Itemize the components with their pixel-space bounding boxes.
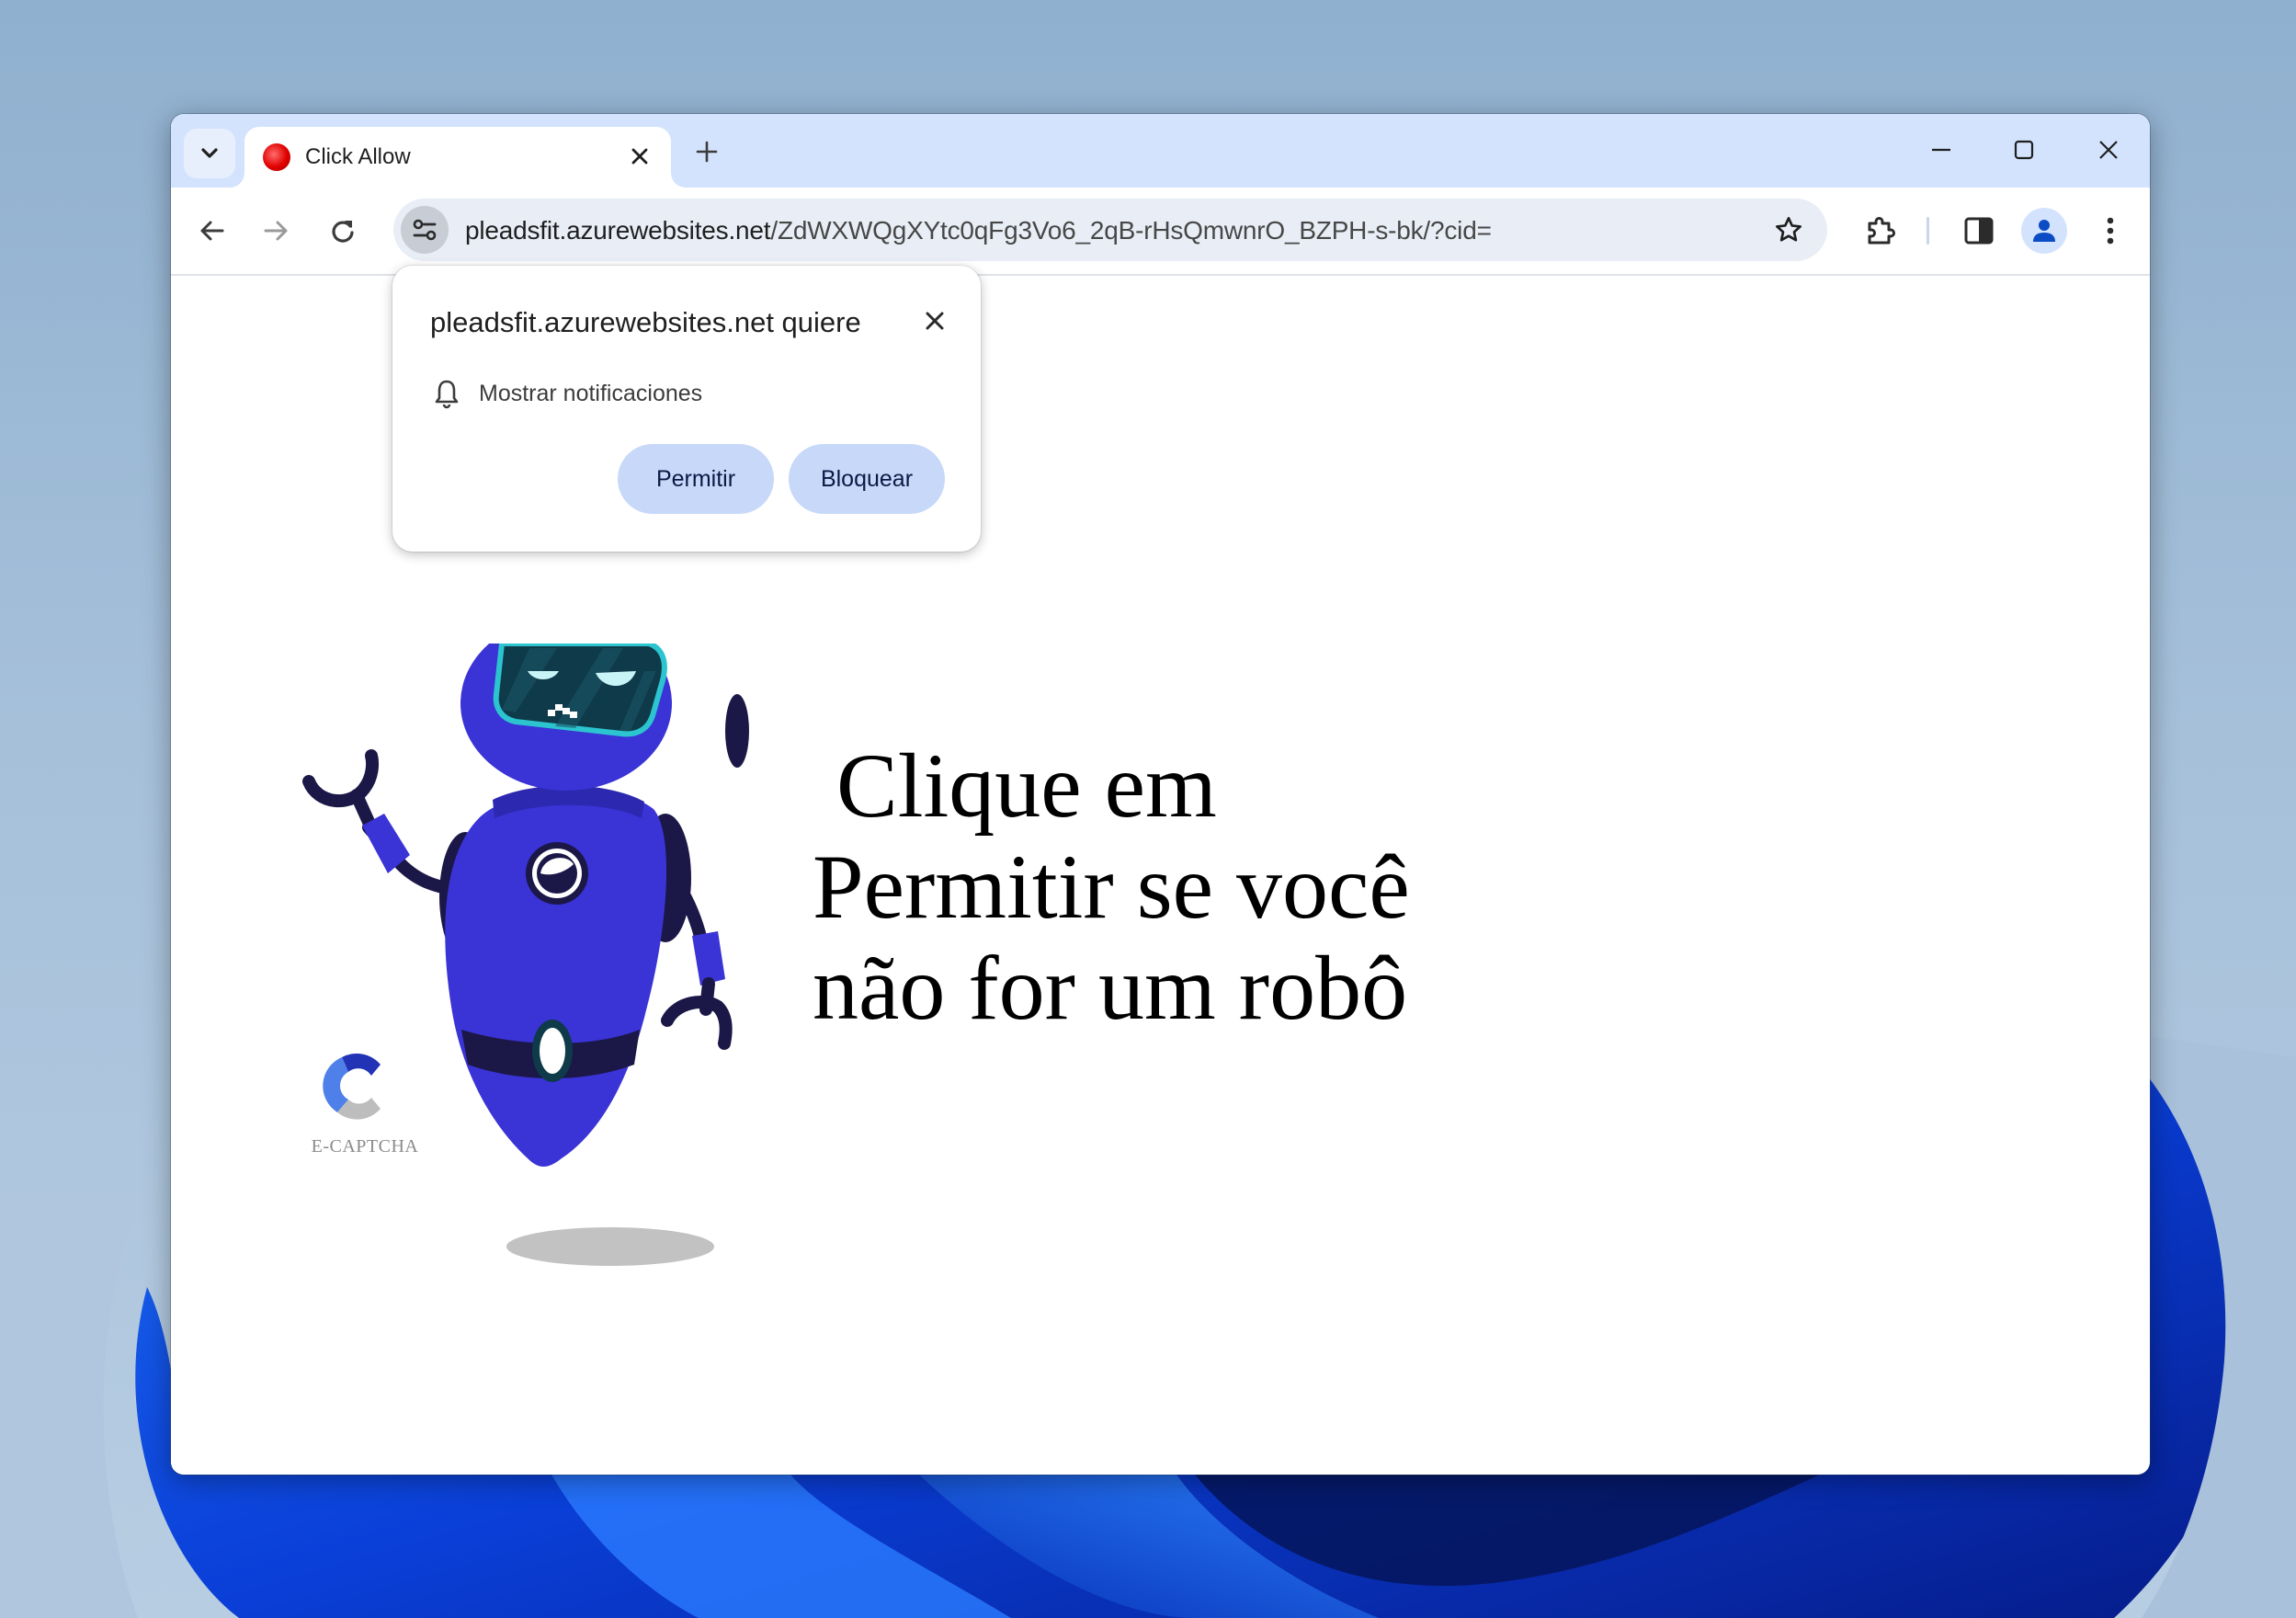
url-host: pleadsfit.azurewebsites.net bbox=[465, 216, 771, 245]
headline-line-3: não for um robô bbox=[813, 937, 1408, 1039]
ecaptcha-logo: E-CAPTCHA bbox=[305, 1046, 425, 1157]
person-avatar-icon bbox=[2033, 220, 2055, 242]
reload-button[interactable] bbox=[320, 208, 366, 254]
side-panel-icon bbox=[1964, 217, 1994, 245]
maximize-icon bbox=[2014, 140, 2034, 160]
toolbar-separator bbox=[1927, 217, 1929, 245]
reload-icon bbox=[332, 221, 354, 243]
headline-line-2: Permitir se você bbox=[813, 836, 1410, 938]
maximize-button[interactable] bbox=[1996, 127, 2052, 173]
plus-icon bbox=[696, 141, 718, 163]
tab-active[interactable]: Click Allow bbox=[244, 127, 671, 188]
permission-row: Mostrar notificaciones bbox=[433, 378, 702, 409]
chevron-down-icon bbox=[201, 148, 218, 158]
page-headline: Clique em Permitir se você não for um ro… bbox=[813, 735, 1456, 1039]
tab-strip: Click Allow bbox=[171, 114, 2150, 188]
close-icon bbox=[631, 148, 648, 165]
ecaptcha-label: E-CAPTCHA bbox=[311, 1136, 419, 1157]
back-button[interactable] bbox=[188, 208, 234, 254]
tune-settings-icon bbox=[413, 219, 437, 241]
site-info-button[interactable] bbox=[401, 206, 449, 254]
robot-illustration bbox=[302, 644, 749, 1167]
forward-arrow-icon bbox=[264, 221, 288, 241]
window-close-button[interactable] bbox=[2081, 127, 2136, 173]
ecaptcha-c-logo-icon bbox=[323, 1053, 381, 1120]
notification-permission-popup: pleadsfit.azurewebsites.net quiere Mostr… bbox=[392, 266, 981, 552]
three-dots-vertical-icon bbox=[2107, 217, 2114, 245]
close-icon bbox=[2099, 141, 2118, 159]
new-tab-button[interactable] bbox=[686, 131, 728, 173]
close-icon bbox=[926, 312, 944, 330]
permission-text: Mostrar notificaciones bbox=[479, 380, 703, 406]
tab-search-button[interactable] bbox=[184, 129, 235, 178]
bell-icon bbox=[435, 380, 459, 409]
tab-title: Click Allow bbox=[305, 144, 411, 169]
browser-menu-button[interactable] bbox=[2087, 208, 2133, 254]
red-circle-favicon-icon bbox=[263, 143, 290, 171]
tab-close-button[interactable] bbox=[625, 142, 654, 171]
bookmark-button[interactable] bbox=[1770, 211, 1807, 248]
headline-line-1: Clique em bbox=[836, 735, 1217, 837]
popup-title: pleadsfit.azurewebsites.net quiere bbox=[430, 306, 861, 338]
popup-close-button[interactable] bbox=[916, 302, 953, 339]
forward-button[interactable] bbox=[254, 208, 300, 254]
browser-window: Click Allow pleadsfit.azurewebsites.net/… bbox=[171, 114, 2150, 1475]
url-path: /ZdWXWQgXYtc0qFg3Vo6_2qB-rHsQmwnrO_BZPH-… bbox=[770, 216, 1492, 245]
address-bar[interactable]: pleadsfit.azurewebsites.net/ZdWXWQgXYtc0… bbox=[393, 199, 1827, 261]
block-button[interactable]: Bloquear bbox=[789, 444, 945, 514]
url-text[interactable]: pleadsfit.azurewebsites.net/ZdWXWQgXYtc0… bbox=[465, 216, 1492, 245]
extensions-button[interactable] bbox=[1858, 208, 1904, 254]
back-arrow-icon bbox=[200, 221, 224, 241]
minimize-button[interactable] bbox=[1914, 127, 1969, 173]
minimize-icon bbox=[1932, 148, 1950, 152]
star-icon bbox=[1776, 217, 1802, 242]
profile-button[interactable] bbox=[2021, 208, 2067, 254]
allow-button[interactable]: Permitir bbox=[618, 444, 774, 514]
puzzle-piece-icon bbox=[1868, 217, 1895, 245]
browser-toolbar: pleadsfit.azurewebsites.net/ZdWXWQgXYtc0… bbox=[171, 188, 2150, 276]
side-panel-button[interactable] bbox=[1956, 208, 2002, 254]
robot-visor bbox=[493, 644, 667, 737]
